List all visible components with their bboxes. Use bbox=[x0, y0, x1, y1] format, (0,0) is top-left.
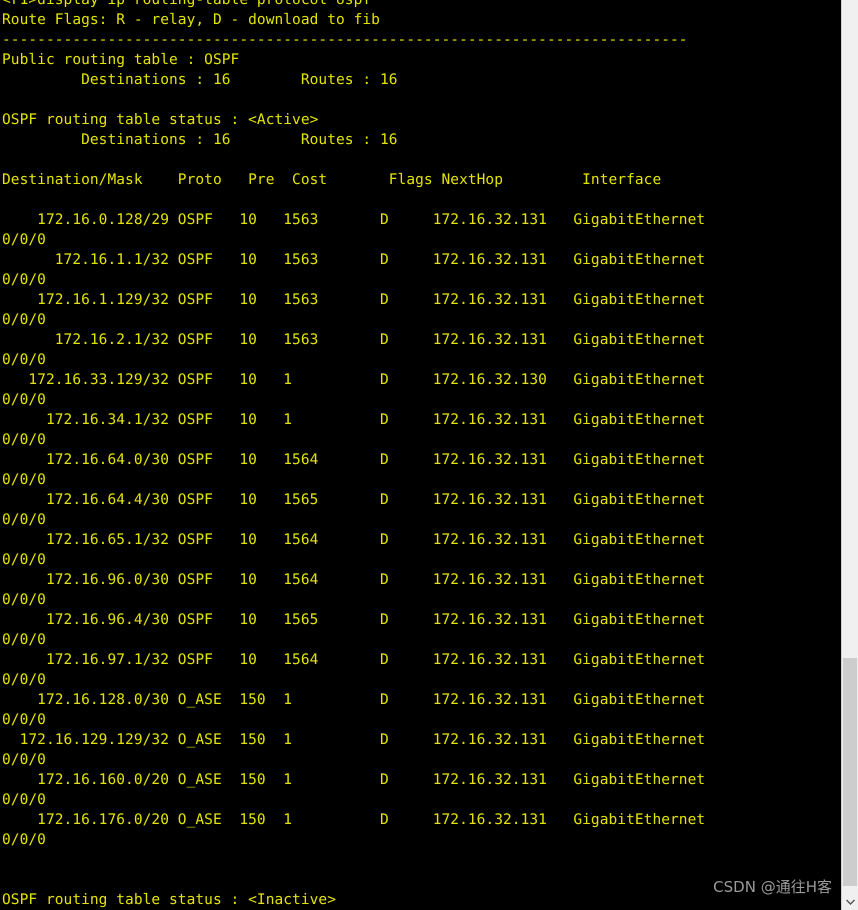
scrollbar-track[interactable] bbox=[842, 0, 858, 893]
scrollbar-down-button[interactable] bbox=[842, 893, 858, 910]
route-row-interface-continuation: 0/0/0 bbox=[2, 792, 46, 808]
ospf-active-counts-line: Destinations : 16 Routes : 16 bbox=[2, 132, 398, 148]
route-row-interface-continuation: 0/0/0 bbox=[2, 592, 46, 608]
chevron-down-icon bbox=[845, 899, 855, 905]
route-row: 172.16.64.0/30 OSPF 10 1564 D 172.16.32.… bbox=[2, 452, 706, 468]
terminal-window: Destinations : 16 Routes : 16 <r1>displa… bbox=[0, 0, 858, 910]
route-row-interface-continuation: 0/0/0 bbox=[2, 472, 46, 488]
route-row: 172.16.97.1/32 OSPF 10 1564 D 172.16.32.… bbox=[2, 652, 706, 668]
route-flags-legend-line: Route Flags: R - relay, D - download to … bbox=[2, 12, 380, 28]
command-prompt-line: <r1>display ip routing-table protocol os… bbox=[2, 0, 372, 8]
route-row: 172.16.0.128/29 OSPF 10 1563 D 172.16.32… bbox=[2, 212, 706, 228]
route-row-interface-continuation: 0/0/0 bbox=[2, 352, 46, 368]
vertical-scrollbar[interactable] bbox=[841, 0, 858, 910]
route-row-interface-continuation: 0/0/0 bbox=[2, 432, 46, 448]
route-row-interface-continuation: 0/0/0 bbox=[2, 312, 46, 328]
separator-line: ----------------------------------------… bbox=[2, 32, 688, 48]
route-row: 172.16.2.1/32 OSPF 10 1563 D 172.16.32.1… bbox=[2, 332, 706, 348]
route-row: 172.16.176.0/20 O_ASE 150 1 D 172.16.32.… bbox=[2, 812, 706, 828]
route-row: 172.16.1.129/32 OSPF 10 1563 D 172.16.32… bbox=[2, 292, 706, 308]
route-row: 172.16.160.0/20 O_ASE 150 1 D 172.16.32.… bbox=[2, 772, 706, 788]
route-row: 172.16.34.1/32 OSPF 10 1 D 172.16.32.131… bbox=[2, 412, 706, 428]
route-row-interface-continuation: 0/0/0 bbox=[2, 712, 46, 728]
route-row: 172.16.96.4/30 OSPF 10 1565 D 172.16.32.… bbox=[2, 612, 706, 628]
route-row: 172.16.96.0/30 OSPF 10 1564 D 172.16.32.… bbox=[2, 572, 706, 588]
route-row: 172.16.33.129/32 OSPF 10 1 D 172.16.32.1… bbox=[2, 372, 706, 388]
scrollbar-thumb[interactable] bbox=[843, 658, 857, 886]
route-row-interface-continuation: 0/0/0 bbox=[2, 272, 46, 288]
console-output-surface[interactable]: Destinations : 16 Routes : 16 <r1>displa… bbox=[0, 0, 841, 910]
route-row-interface-continuation: 0/0/0 bbox=[2, 832, 46, 848]
route-row-interface-continuation: 0/0/0 bbox=[2, 552, 46, 568]
public-table-counts-line: Destinations : 16 Routes : 16 bbox=[2, 72, 398, 88]
route-row-interface-continuation: 0/0/0 bbox=[2, 232, 46, 248]
route-row-interface-continuation: 0/0/0 bbox=[2, 392, 46, 408]
route-row-interface-continuation: 0/0/0 bbox=[2, 632, 46, 648]
route-row-interface-continuation: 0/0/0 bbox=[2, 512, 46, 528]
ospf-status-active-line: OSPF routing table status : <Active> bbox=[2, 112, 319, 128]
route-row: 172.16.128.0/30 O_ASE 150 1 D 172.16.32.… bbox=[2, 692, 706, 708]
route-row-interface-continuation: 0/0/0 bbox=[2, 672, 46, 688]
route-table-column-header: Destination/Mask Proto Pre Cost Flags Ne… bbox=[2, 172, 662, 188]
route-row: 172.16.64.4/30 OSPF 10 1565 D 172.16.32.… bbox=[2, 492, 706, 508]
route-row: 172.16.65.1/32 OSPF 10 1564 D 172.16.32.… bbox=[2, 532, 706, 548]
route-row-interface-continuation: 0/0/0 bbox=[2, 752, 46, 768]
route-row: 172.16.1.1/32 OSPF 10 1563 D 172.16.32.1… bbox=[2, 252, 706, 268]
route-table-rows: 172.16.0.128/29 OSPF 10 1563 D 172.16.32… bbox=[0, 210, 841, 850]
public-routing-table-line: Public routing table : OSPF bbox=[2, 52, 240, 68]
route-row: 172.16.129.129/32 O_ASE 150 1 D 172.16.3… bbox=[2, 732, 706, 748]
ospf-status-inactive-line: OSPF routing table status : <Inactive> bbox=[2, 892, 337, 908]
